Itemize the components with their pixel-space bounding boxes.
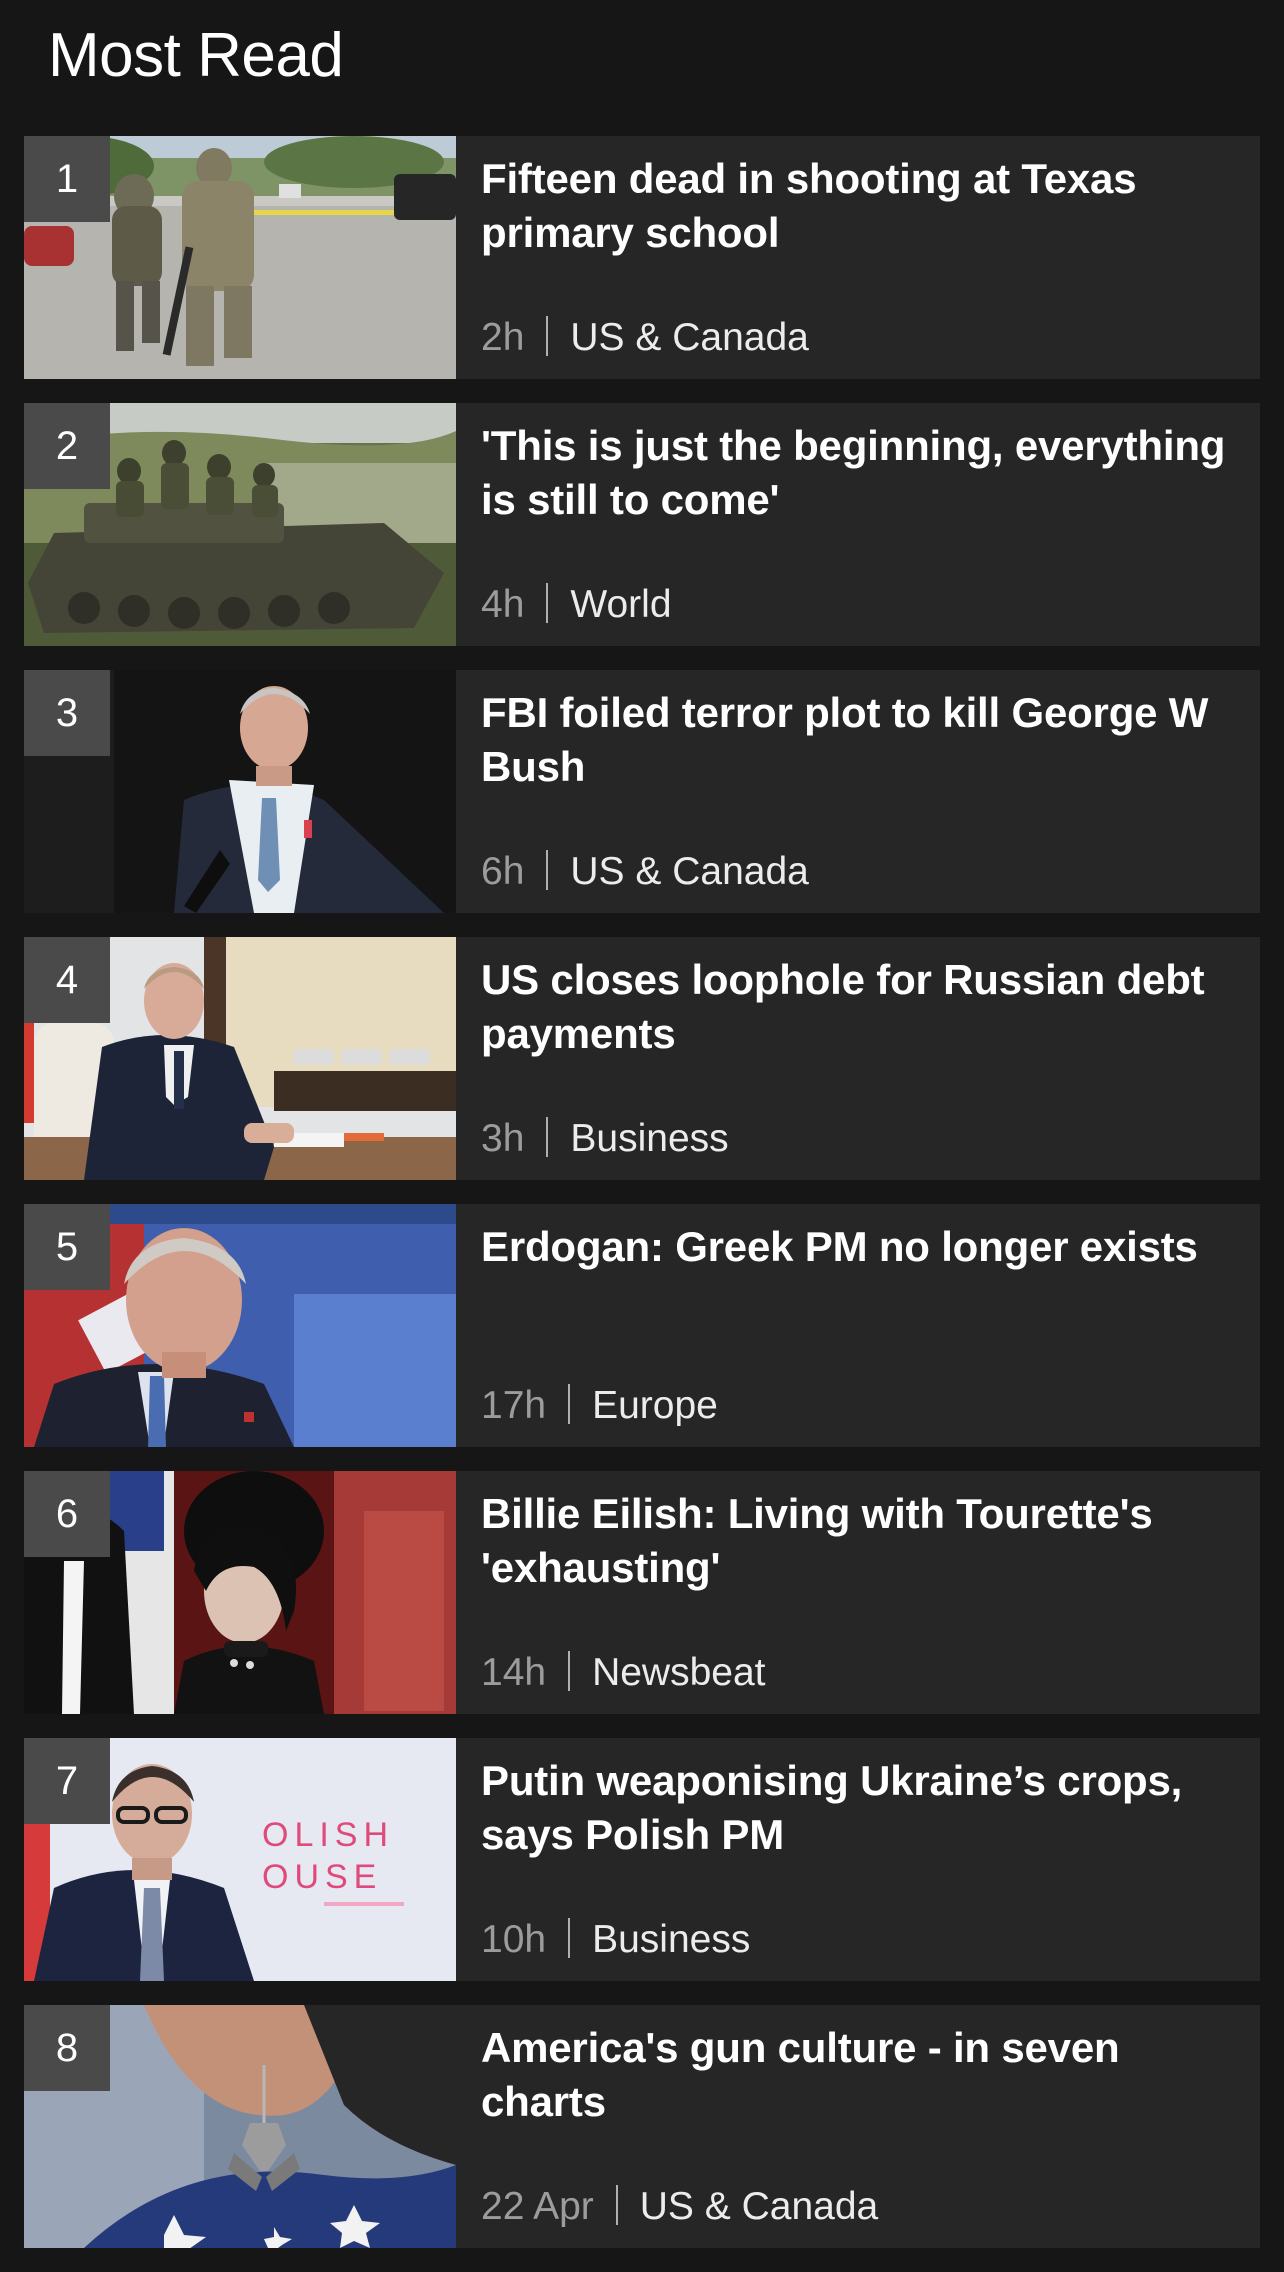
- meta-divider: [568, 1918, 571, 1958]
- article-meta: 10h Business: [481, 1916, 750, 1964]
- article-rank: 4: [24, 937, 110, 1023]
- article-meta: 14h Newsbeat: [481, 1649, 766, 1697]
- polish-house-sign-line-1: OLISH: [262, 1816, 394, 1854]
- article-rank: 2: [24, 403, 110, 489]
- article-meta: 2h US & Canada: [481, 314, 809, 362]
- article-time: 17h: [481, 1384, 547, 1427]
- article-card-2[interactable]: 2 'This is just the beginning, everythin…: [24, 403, 1260, 646]
- article-time: 4h: [481, 583, 525, 626]
- article-meta: 17h Europe: [481, 1382, 718, 1430]
- section-title: Most Read: [48, 21, 344, 90]
- article-headline[interactable]: Putin weaponising Ukraine’s crops, says …: [481, 1754, 1243, 1862]
- article-card-1[interactable]: 1 Fifteen dead in shooting at Texas prim…: [24, 136, 1260, 379]
- polish-house-sign-line-2: OUSE: [262, 1858, 382, 1896]
- article-rank: 6: [24, 1471, 110, 1557]
- article-headline[interactable]: FBI foiled terror plot to kill George W …: [481, 686, 1243, 794]
- meta-divider: [546, 850, 549, 890]
- article-headline[interactable]: Billie Eilish: Living with Tourette's 'e…: [481, 1487, 1243, 1595]
- article-card-8[interactable]: 8 America's gun culture - in seven chart…: [24, 2005, 1260, 2248]
- article-category[interactable]: Europe: [592, 1384, 718, 1427]
- article-category[interactable]: US & Canada: [640, 2185, 878, 2228]
- article-time: 2h: [481, 316, 525, 359]
- article-card-3[interactable]: 3 FBI foiled terror plot to kill George …: [24, 670, 1260, 913]
- article-rank: 8: [24, 2005, 110, 2091]
- article-meta: 3h Business: [481, 1115, 729, 1163]
- meta-divider: [546, 583, 549, 623]
- article-card-5[interactable]: 5 Erdogan: Greek PM no longer exists 17h…: [24, 1204, 1260, 1447]
- article-meta: 4h World: [481, 581, 672, 629]
- meta-divider: [546, 1117, 549, 1157]
- meta-divider: [615, 2185, 618, 2225]
- article-card-6[interactable]: 6 Billie Eilish: Living with Tourette's …: [24, 1471, 1260, 1714]
- article-category[interactable]: World: [570, 583, 671, 626]
- article-time: 22 Apr: [481, 2185, 594, 2228]
- meta-divider: [546, 316, 549, 356]
- article-time: 6h: [481, 850, 525, 893]
- article-category[interactable]: Business: [592, 1918, 750, 1961]
- article-rank: 1: [24, 136, 110, 222]
- article-rank: 3: [24, 670, 110, 756]
- article-category[interactable]: US & Canada: [570, 316, 808, 359]
- most-read-list: 1 Fifteen dead in shooting at Texas prim…: [24, 136, 1260, 2272]
- article-headline[interactable]: 'This is just the beginning, everything …: [481, 419, 1243, 527]
- meta-divider: [568, 1651, 571, 1691]
- article-meta: 6h US & Canada: [481, 848, 809, 896]
- article-headline[interactable]: Erdogan: Greek PM no longer exists: [481, 1220, 1243, 1274]
- meta-divider: [568, 1384, 571, 1424]
- article-card-4[interactable]: 4 US closes loophole for Russian debt pa…: [24, 937, 1260, 1180]
- article-time: 10h: [481, 1918, 547, 1961]
- most-read-page: Most Read 1 Fifteen dead in shooting at …: [0, 0, 1284, 2256]
- article-time: 14h: [481, 1651, 547, 1694]
- article-card-7[interactable]: OLISH OUSE 7 Putin weaponising Ukraine’s…: [24, 1738, 1260, 1981]
- article-category[interactable]: US & Canada: [570, 850, 808, 893]
- article-headline[interactable]: Fifteen dead in shooting at Texas primar…: [481, 152, 1243, 260]
- article-rank: 7: [24, 1738, 110, 1824]
- article-meta: 22 Apr US & Canada: [481, 2183, 878, 2231]
- article-category[interactable]: Newsbeat: [592, 1651, 765, 1694]
- article-time: 3h: [481, 1117, 525, 1160]
- article-headline[interactable]: US closes loophole for Russian debt paym…: [481, 953, 1243, 1061]
- article-category[interactable]: Business: [570, 1117, 728, 1160]
- article-rank: 5: [24, 1204, 110, 1290]
- article-headline[interactable]: America's gun culture - in seven charts: [481, 2021, 1243, 2129]
